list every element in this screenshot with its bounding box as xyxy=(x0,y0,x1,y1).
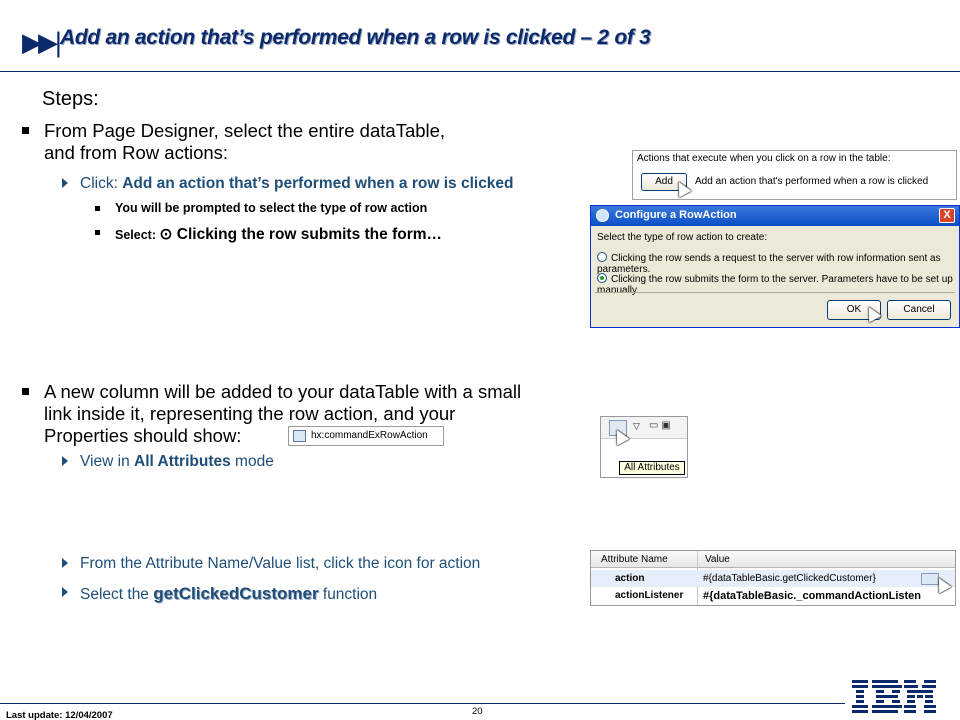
dialog-separator xyxy=(595,292,955,293)
properties-toolbar-panel: ▽ ▭ ▣ All Attributes xyxy=(600,416,688,478)
view-menu-icon[interactable]: ▽ xyxy=(633,421,640,432)
attribute-name: action xyxy=(615,573,645,584)
sub-2-text: From the Attribute Name/Value list, clic… xyxy=(80,555,481,572)
add-action-label: Add an action that's performed when a ro… xyxy=(695,176,929,187)
dialog-titlebar: Configure a RowAction X xyxy=(591,206,959,226)
bullet-square-small xyxy=(95,206,100,211)
properties-tag-label: hx:commandExRowAction xyxy=(311,430,428,441)
radio-option-1[interactable]: Clicking the row sends a request to the … xyxy=(597,252,959,275)
bullet-square xyxy=(22,127,29,134)
close-icon[interactable]: X xyxy=(939,208,955,223)
bullet-2-sub-3: Select the getClickedCustomer function xyxy=(62,584,378,604)
last-update: Last update: 12/04/2007 xyxy=(6,710,113,720)
row-actions-panel: Actions that execute when you click on a… xyxy=(632,150,957,200)
sub-3-bold: getClickedCustomer xyxy=(153,584,319,603)
attribute-table: Attribute Name Value action #{dataTableB… xyxy=(590,550,956,606)
bullet-2-line-2: link inside it, representing the row act… xyxy=(44,403,456,424)
arrow-bullet-icon xyxy=(62,178,68,188)
sub-1-prefix: Click: xyxy=(80,175,123,192)
subsub-1-text: You will be prompted to select the type … xyxy=(115,201,428,215)
sub-1-suffix: mode xyxy=(230,453,274,470)
col-value: Value xyxy=(705,554,730,565)
sub-1-bold: All Attributes xyxy=(134,453,231,470)
radio-button-selected[interactable] xyxy=(597,273,607,283)
bullet-1-line-2: and from Row actions: xyxy=(44,142,229,163)
bullet-2-line-1: A new column will be added to your dataT… xyxy=(44,381,522,402)
dialog-title: Configure a RowAction xyxy=(615,209,737,221)
properties-tag-field: hx:commandExRowAction xyxy=(288,426,444,446)
arrow-bullet-icon xyxy=(62,456,68,466)
all-attributes-tooltip: All Attributes xyxy=(619,461,685,475)
steps-label: Steps: xyxy=(42,88,99,110)
sub-3-suffix: function xyxy=(318,586,378,603)
bullet-1-line-1: From Page Designer, select the entire da… xyxy=(44,120,446,141)
arrow-bullet-icon xyxy=(62,587,68,597)
slide-header: ▶▶| Add an action that’s performed when … xyxy=(0,0,960,74)
table-row[interactable]: action #{dataTableBasic.getClickedCustom… xyxy=(591,570,955,587)
minimize-maximize-icon[interactable]: ▭ ▣ xyxy=(649,420,671,431)
bullet-1-subsub-1: You will be prompted to select the type … xyxy=(95,201,428,215)
sub-1-bold: Add an action that’s performed when a ro… xyxy=(122,175,514,192)
radio-option-1-label: Clicking the row sends a request to the … xyxy=(597,253,941,275)
bullet-1-sub-1: Click: Add an action that’s performed wh… xyxy=(62,175,514,193)
attribute-table-header: Attribute Name Value xyxy=(591,551,955,568)
skip-forward-icon: ▶▶| xyxy=(22,28,63,58)
attribute-value[interactable]: #{dataTableBasic.getClickedCustomer} xyxy=(703,573,876,584)
cancel-button[interactable]: Cancel xyxy=(887,300,951,320)
col-attribute-name: Attribute Name xyxy=(601,554,668,565)
attribute-name: actionListener xyxy=(615,590,684,601)
sub-3-prefix: Select the xyxy=(80,586,154,603)
table-row[interactable]: actionListener #{dataTableBasic._command… xyxy=(591,587,955,604)
ibm-logo xyxy=(852,680,936,713)
row-actions-caption: Actions that execute when you click on a… xyxy=(637,153,891,164)
radio-button[interactable] xyxy=(597,252,607,262)
bullet-2-sub-2: From the Attribute Name/Value list, clic… xyxy=(62,555,481,573)
dialog-app-icon xyxy=(596,209,609,222)
bullet-1: From Page Designer, select the entire da… xyxy=(22,120,624,164)
configure-rowaction-dialog: Configure a RowAction X Select the type … xyxy=(590,205,960,328)
bullet-1-subsub-2: Select: ⊙ Clicking the row submits the f… xyxy=(95,225,443,244)
sub-1-prefix: View in xyxy=(80,453,134,470)
bullet-2-sub-1: View in All Attributes mode xyxy=(62,453,274,471)
slide-title: Add an action that’s performed when a ro… xyxy=(60,26,651,49)
bullet-square-small xyxy=(95,230,100,235)
attribute-value[interactable]: #{dataTableBasic._commandActionListen xyxy=(703,590,921,602)
subsub-2-text: ⊙ Clicking the row submits the form… xyxy=(159,226,443,243)
subsub-2-prefix: Select: xyxy=(115,228,160,242)
title-divider xyxy=(0,71,960,72)
component-icon xyxy=(293,430,306,442)
arrow-bullet-icon xyxy=(62,558,68,568)
dialog-question: Select the type of row action to create: xyxy=(597,232,768,243)
footer-divider xyxy=(0,703,845,704)
bullet-square xyxy=(22,388,29,395)
page-number: 20 xyxy=(472,706,483,717)
